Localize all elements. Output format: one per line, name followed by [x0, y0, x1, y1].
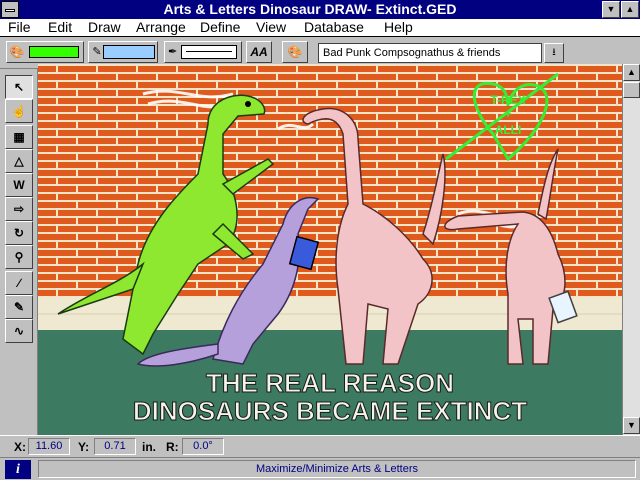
rotate-tool[interactable]: ↻	[5, 221, 33, 245]
scroll-up-icon[interactable]: ▲	[623, 64, 640, 81]
fill-color-swatch	[29, 46, 79, 58]
font-button[interactable]: AA	[246, 41, 272, 63]
shapes-tool[interactable]: △	[5, 149, 33, 173]
palette-style-icon: 🎨	[287, 45, 303, 59]
menu-define[interactable]: Define	[200, 19, 240, 36]
headline-line-1: THE REAL REASON	[206, 368, 454, 398]
freehand-tool[interactable]: ✎	[5, 295, 33, 319]
blend-tool[interactable]: ⇨	[5, 197, 33, 221]
dropdown-arrow-icon: ⭳	[552, 47, 556, 58]
graffiti-text-2: +	[504, 107, 511, 121]
line-weight-button[interactable]: ✒	[164, 41, 242, 63]
graffiti-text-3: ALLI	[495, 123, 522, 137]
title-bar: Arts & Letters Dinosaur DRAW- Extinct.GE…	[0, 0, 640, 19]
x-label: X:	[14, 440, 26, 454]
menu-arrange[interactable]: Arrange	[136, 19, 186, 36]
zoom-tool[interactable]: ⚲	[5, 245, 33, 269]
line-tool[interactable]: ∕	[5, 271, 33, 295]
unit-label: in.	[142, 440, 156, 454]
artwork: T-REX + ALLI THE REAL REASON DINOSAURS B…	[38, 64, 622, 435]
menu-bar: File Edit Draw Arrange Define View Datab…	[0, 19, 640, 37]
scroll-thumb[interactable]	[623, 82, 640, 98]
scroll-down-icon[interactable]: ▼	[623, 417, 640, 434]
status-bar: i Maximize/Minimize Arts & Letters	[0, 457, 640, 480]
menu-file[interactable]: File	[8, 19, 31, 36]
line-color-swatch	[103, 45, 155, 59]
minimize-button[interactable]: ▼	[602, 1, 620, 18]
info-icon[interactable]: i	[5, 460, 31, 479]
headline-line-2: DINOSAURS BECAME EXTINCT	[133, 396, 527, 426]
vertical-scrollbar[interactable]: ▲ ▼	[622, 64, 640, 435]
menu-database[interactable]: Database	[304, 19, 364, 36]
drawing-canvas[interactable]: T-REX + ALLI THE REAL REASON DINOSAURS B…	[38, 64, 622, 435]
text-tool[interactable]: W	[5, 173, 33, 197]
style-dropdown-button[interactable]: ⭳	[544, 43, 564, 63]
x-coordinate: 11.60	[28, 438, 70, 455]
fill-color-button[interactable]: 🎨	[6, 41, 84, 63]
rotation-label: R:	[166, 440, 179, 454]
line-color-button[interactable]: ✎	[88, 41, 158, 63]
menu-help[interactable]: Help	[384, 19, 413, 36]
system-menu-icon	[5, 9, 15, 12]
coordinates-bar: X: 11.60 Y: 0.71 in. R: 0.0°	[0, 435, 640, 457]
status-message: Maximize/Minimize Arts & Letters	[38, 460, 636, 478]
style-name-select[interactable]: Bad Punk Compsognathus & friends	[318, 43, 542, 63]
hand-tool[interactable]: ☝	[5, 99, 33, 123]
window-title: Arts & Letters Dinosaur DRAW- Extinct.GE…	[163, 1, 457, 17]
maximize-button[interactable]: ▲	[621, 1, 639, 18]
graffiti-text-1: T-REX	[490, 93, 525, 107]
fill-palette-icon: 🎨	[9, 45, 25, 59]
pen-icon: ✒	[168, 46, 178, 58]
rotation-value: 0.0°	[182, 438, 224, 455]
menu-view[interactable]: View	[256, 19, 286, 36]
menu-edit[interactable]: Edit	[48, 19, 72, 36]
system-menu-button[interactable]	[1, 1, 19, 18]
y-label: Y:	[78, 440, 90, 454]
tool-palette: ↖ ☝ ▦ △ W ⇨ ↻ ⚲ ∕ ✎ ∿	[0, 69, 38, 435]
y-coordinate: 0.71	[94, 438, 136, 455]
line-brush-icon: ✎	[92, 46, 102, 58]
curve-tool[interactable]: ∿	[5, 319, 33, 343]
line-weight-preview	[181, 45, 237, 59]
menu-draw[interactable]: Draw	[88, 19, 121, 36]
select-tool[interactable]: ↖	[5, 75, 33, 99]
symbols-tool[interactable]: ▦	[5, 125, 33, 149]
style-catalog-button[interactable]: 🎨	[282, 41, 308, 63]
